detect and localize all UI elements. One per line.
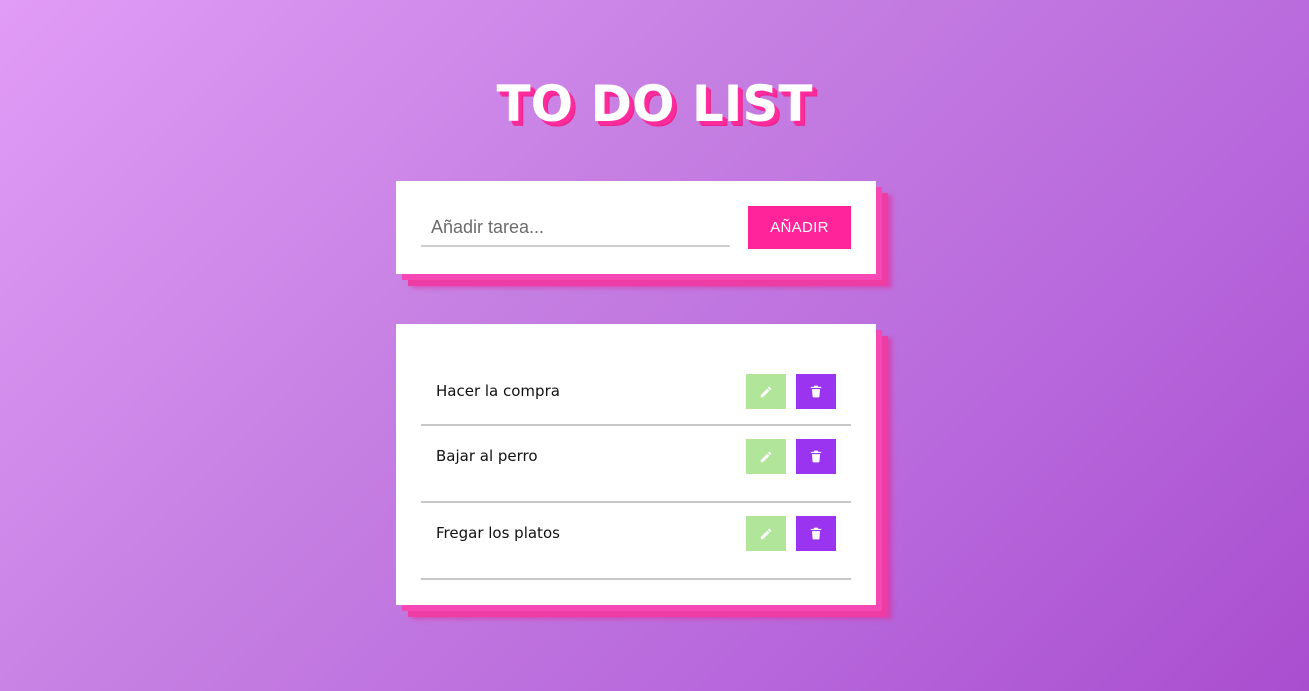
task-text: Fregar los platos [436,524,560,542]
pencil-icon [759,450,773,464]
edit-task-button[interactable] [746,516,786,551]
trash-icon [809,384,823,399]
task-list-card: Hacer la compra Bajar al perro Fregar lo… [396,324,876,605]
trash-icon [809,526,823,541]
pencil-icon [759,527,773,541]
task-text: Bajar al perro [436,447,538,465]
delete-task-button[interactable] [796,439,836,474]
page-title: TO DO LIST [496,75,813,133]
trash-icon [809,449,823,464]
task-input[interactable] [421,209,730,247]
delete-task-button[interactable] [796,374,836,409]
edit-task-button[interactable] [746,374,786,409]
task-text: Hacer la compra [436,382,560,400]
add-task-card: AÑADIR [396,181,876,274]
delete-task-button[interactable] [796,516,836,551]
task-row: Fregar los platos [421,503,851,580]
add-button[interactable]: AÑADIR [748,206,851,249]
task-list: Hacer la compra Bajar al perro Fregar lo… [421,361,851,580]
task-row: Bajar al perro [421,426,851,503]
task-row: Hacer la compra [421,361,851,426]
edit-task-button[interactable] [746,439,786,474]
pencil-icon [759,385,773,399]
